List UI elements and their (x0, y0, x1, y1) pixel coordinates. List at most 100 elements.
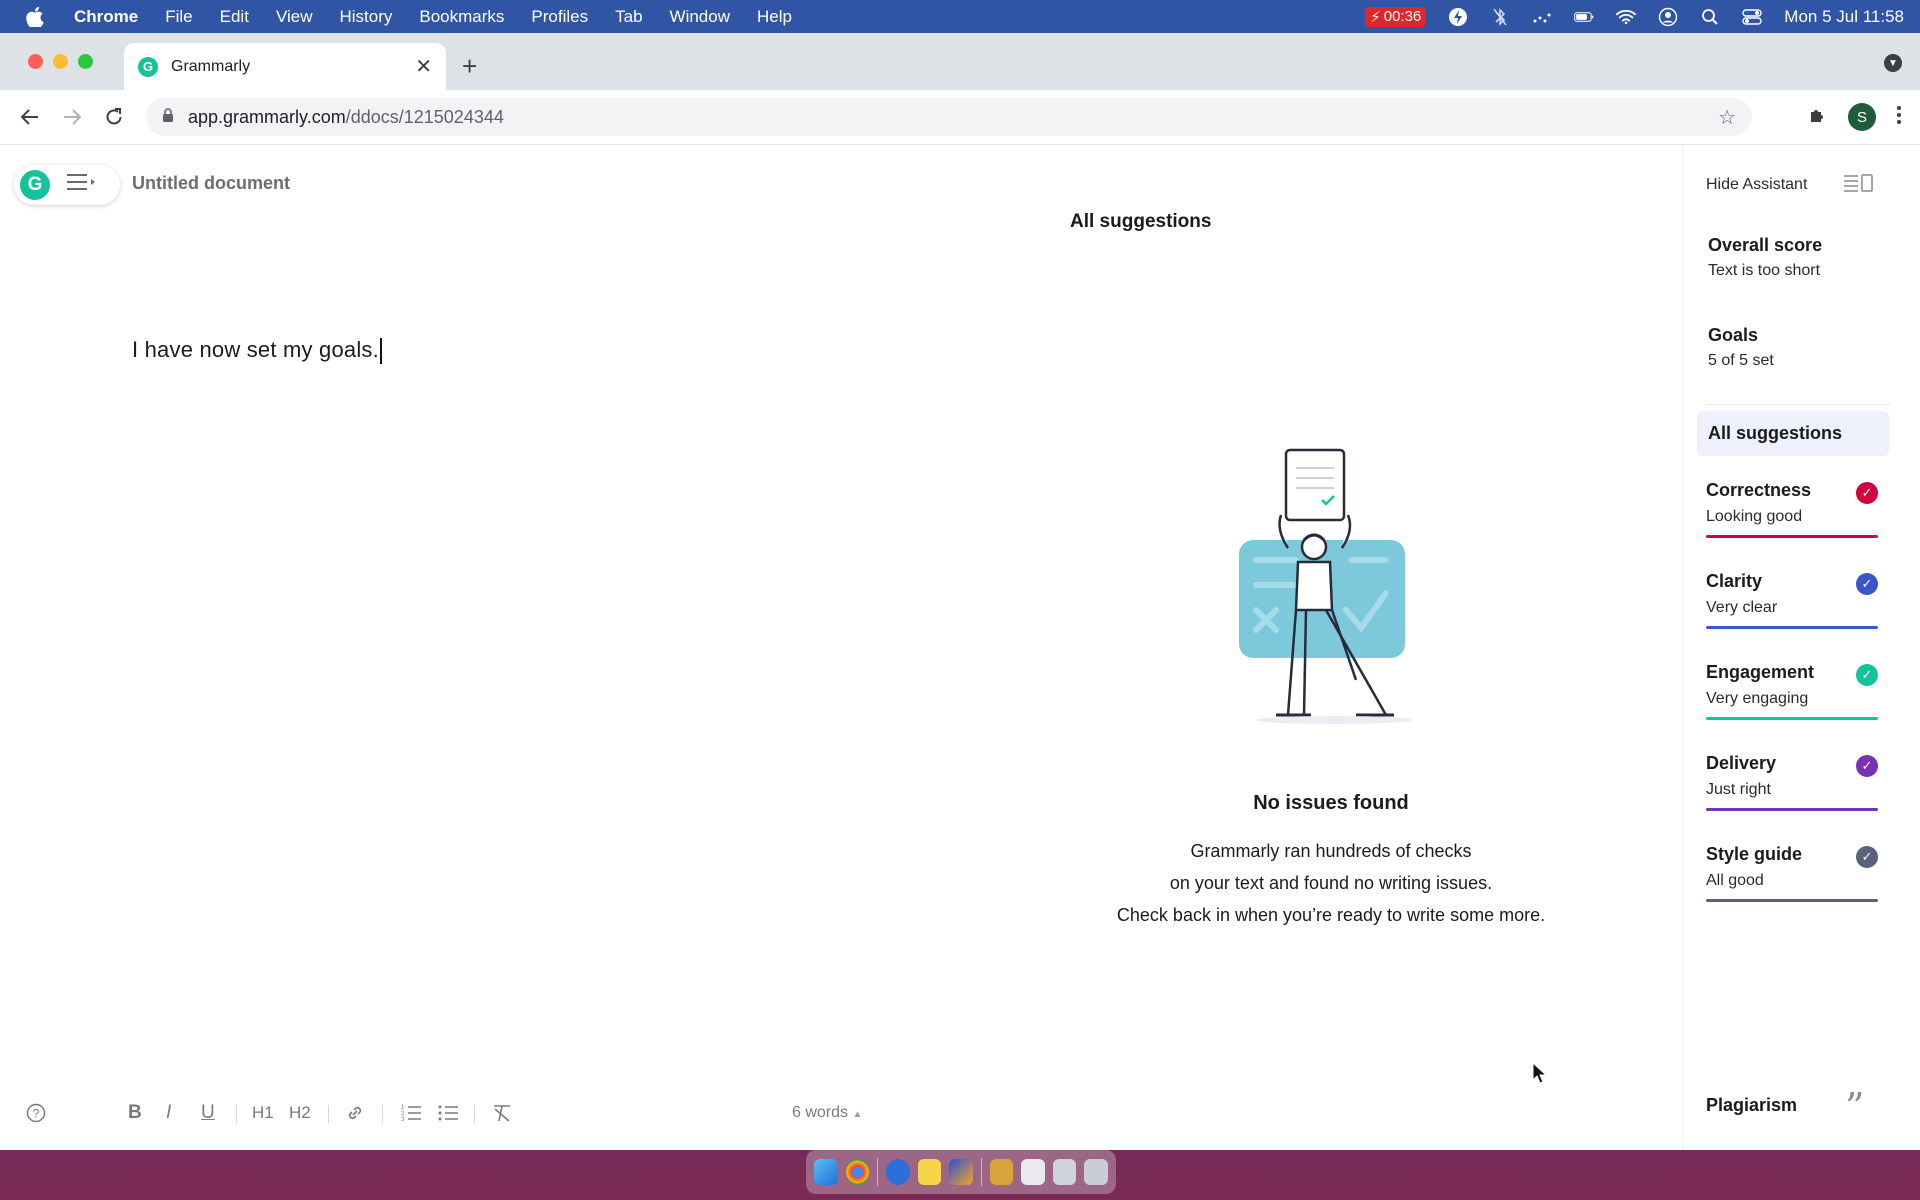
document-title[interactable]: Untitled document (132, 173, 290, 194)
sidebar-item-correctness[interactable]: Correctness Looking good ✓ (1706, 480, 1878, 538)
overall-score-title: Overall score (1708, 235, 1823, 255)
menu-bookmarks[interactable]: Bookmarks (419, 7, 504, 27)
heading2-button[interactable]: H2 (289, 1101, 311, 1125)
lock-icon[interactable] (162, 107, 174, 128)
menu-profiles[interactable]: Profiles (531, 7, 588, 27)
wifi-icon[interactable] (1616, 7, 1637, 27)
category-status: Very engaging (1706, 690, 1809, 707)
control-center-icon[interactable] (1742, 7, 1762, 27)
grammarly-menu-pill[interactable]: G (14, 165, 120, 205)
category-progress-bar (1706, 808, 1878, 811)
svg-text:3: 3 (401, 1117, 405, 1123)
macos-dock (806, 1150, 1116, 1194)
italic-button[interactable]: I (166, 1101, 171, 1125)
heading1-button[interactable]: H1 (252, 1101, 274, 1125)
address-bar[interactable]: app.grammarly.com/ddocs/1215024344 ☆ (146, 98, 1752, 136)
bookmark-star-icon[interactable]: ☆ (1718, 105, 1736, 130)
browser-toolbar: app.grammarly.com/ddocs/1215024344 ☆ S (0, 90, 1920, 145)
menubar-clock[interactable]: Mon 5 Jul 11:58 (1784, 7, 1904, 27)
minimize-window-button[interactable] (53, 54, 68, 69)
underline-button[interactable]: U (201, 1101, 215, 1125)
recording-indicator[interactable]: ⚡ 00:36 (1365, 6, 1427, 27)
bold-button[interactable]: B (128, 1101, 142, 1125)
finder-icon[interactable] (814, 1159, 838, 1185)
bluetooth-off-icon[interactable] (1490, 7, 1510, 27)
battery-icon[interactable] (1574, 7, 1594, 27)
apple-icon[interactable] (26, 6, 54, 27)
back-icon[interactable] (18, 105, 42, 129)
notes-icon[interactable] (917, 1159, 942, 1185)
plagiarism-button[interactable]: Plagiarism (1706, 1095, 1797, 1116)
sidebar-item-style-guide[interactable]: Style guide All good ✓ (1706, 844, 1878, 902)
bolt-icon[interactable] (1448, 7, 1468, 27)
menu-history[interactable]: History (339, 7, 392, 27)
overall-score-status: Text is too short (1708, 262, 1821, 279)
category-progress-bar (1706, 535, 1878, 538)
hamburger-menu-icon[interactable] (66, 173, 98, 197)
no-issues-line: on your text and found no writing issues… (1169, 873, 1493, 893)
search-icon[interactable] (1700, 7, 1720, 27)
menu-window[interactable]: Window (670, 7, 730, 27)
browser-tab-grammarly[interactable]: G Grammarly ✕ (124, 43, 446, 90)
toolbar-actions: S (1808, 103, 1902, 131)
sidebar-item-delivery[interactable]: Delivery Just right ✓ (1706, 753, 1878, 811)
word-count[interactable]: 6 words ▲ (792, 1104, 862, 1122)
assistant-sidebar: Hide Assistant Overall score Text is too… (1682, 145, 1920, 1150)
panel-toggle-icon[interactable] (1843, 173, 1873, 198)
menu-view[interactable]: View (276, 7, 313, 27)
reload-icon[interactable] (102, 105, 126, 129)
check-icon: ✓ (1856, 573, 1878, 595)
category-status: All good (1706, 872, 1764, 889)
toolbar-divider (236, 1105, 237, 1123)
window-preview-icon[interactable] (1021, 1159, 1045, 1185)
menu-tab[interactable]: Tab (615, 7, 642, 27)
menu-file[interactable]: File (165, 7, 192, 27)
text-caret (379, 338, 382, 365)
reeder-icon[interactable] (949, 1159, 973, 1185)
zoom-window-button[interactable] (78, 54, 93, 69)
close-tab-icon[interactable]: ✕ (415, 54, 432, 79)
sidebar-item-engagement[interactable]: Engagement Very engaging ✓ (1706, 662, 1878, 720)
extensions-puzzle-icon[interactable] (1808, 105, 1828, 130)
chevron-up-icon: ▲ (852, 1109, 863, 1120)
no-issues-line: Grammarly ran hundreds of checks (1190, 841, 1472, 861)
window-preview-icon[interactable] (1052, 1159, 1077, 1185)
sidebar-item-all-suggestions[interactable]: All suggestions (1697, 411, 1889, 456)
help-icon[interactable]: ? (26, 1101, 46, 1125)
tab-search-icon[interactable]: ▼ (1884, 54, 1902, 72)
goals-section[interactable]: Goals 5 of 5 set (1708, 325, 1774, 370)
new-tab-icon[interactable]: + (462, 51, 477, 82)
grammarly-logo-icon[interactable]: G (20, 170, 50, 200)
document-text-editor[interactable]: I have now set my goals. (132, 337, 382, 365)
clear-formatting-icon[interactable] (491, 1101, 513, 1125)
document-text: I have now set my goals. (132, 337, 379, 362)
numbered-list-icon[interactable]: 123 (400, 1101, 422, 1125)
hide-assistant-button[interactable]: Hide Assistant (1706, 176, 1807, 194)
chrome-icon[interactable] (845, 1159, 870, 1185)
chrome-menu-icon[interactable] (1896, 105, 1902, 130)
menu-edit[interactable]: Edit (220, 7, 249, 27)
overall-score-section[interactable]: Overall score Text is too short (1708, 235, 1822, 280)
close-window-button[interactable] (28, 54, 43, 69)
archive-icon[interactable] (989, 1159, 1014, 1185)
link-icon[interactable] (345, 1101, 365, 1125)
quote-icon[interactable]: ” (1845, 1085, 1864, 1129)
word-count-label: 6 words (792, 1104, 849, 1121)
no-issues-illustration-icon (1236, 430, 1416, 730)
menu-app-name[interactable]: Chrome (74, 7, 138, 27)
grammarly-page: G Untitled document I have now set my go… (0, 145, 1920, 1150)
forward-icon[interactable] (60, 105, 84, 129)
menu-help[interactable]: Help (757, 7, 792, 27)
user-account-icon[interactable] (1658, 7, 1678, 27)
1password-icon[interactable] (886, 1159, 910, 1185)
check-icon: ✓ (1856, 846, 1878, 868)
profile-avatar[interactable]: S (1848, 103, 1876, 131)
trash-icon[interactable] (1084, 1159, 1109, 1185)
macos-menubar: Chrome File Edit View History Bookmarks … (0, 0, 1920, 33)
no-issues-message: Grammarly ran hundreds of checks on your… (1040, 835, 1622, 931)
bulleted-list-icon[interactable] (437, 1101, 459, 1125)
tab-strip: G Grammarly ✕ + ▼ (0, 33, 1920, 90)
sidebar-item-clarity[interactable]: Clarity Very clear ✓ (1706, 571, 1878, 629)
dots-icon[interactable] (1532, 7, 1552, 27)
goals-title: Goals (1708, 325, 1759, 345)
